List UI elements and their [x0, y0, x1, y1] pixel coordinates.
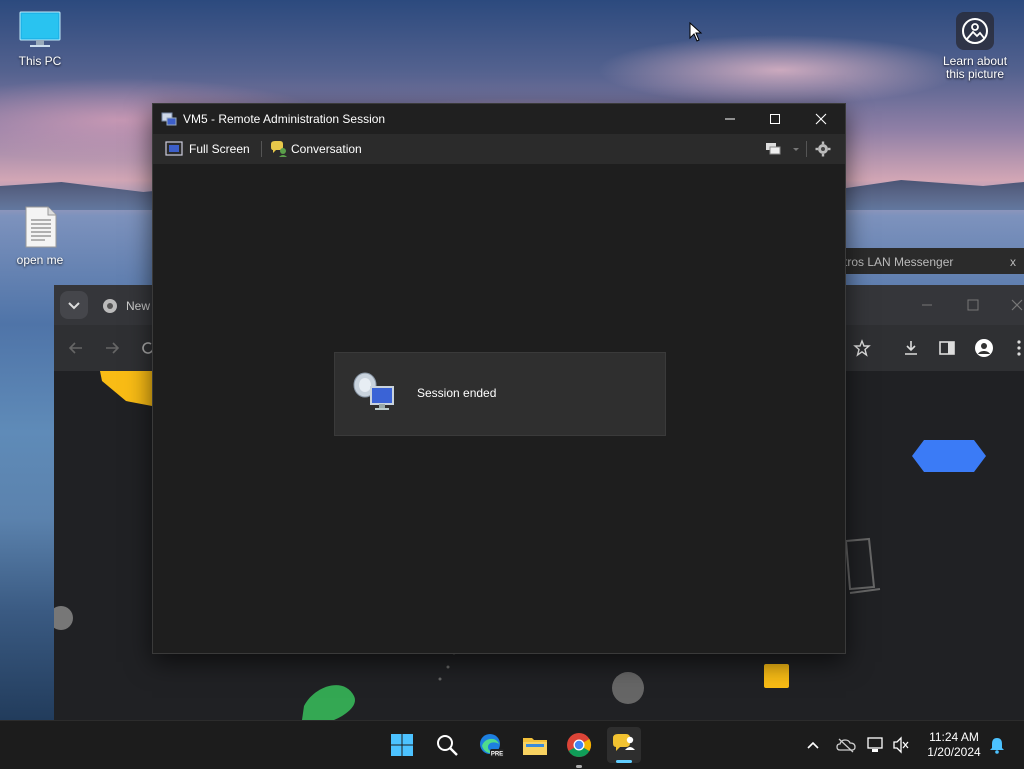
session-ended-message: Session ended: [417, 386, 497, 400]
text-file-icon: [25, 206, 57, 248]
chevron-down-icon: [793, 148, 799, 151]
tab-search-button[interactable]: [60, 291, 88, 319]
remote-admin-titlebar: VM5 - Remote Administration Session: [153, 104, 845, 134]
full-screen-label: Full Screen: [189, 142, 250, 156]
chevron-up-icon[interactable]: [806, 740, 820, 750]
onedrive-offline-icon[interactable]: [836, 737, 856, 753]
close-icon: [815, 113, 827, 125]
remote-admin-window[interactable]: VM5 - Remote Administration Session Full…: [152, 103, 846, 654]
close-icon[interactable]: [1010, 298, 1024, 312]
windows-icon: [766, 143, 781, 155]
minimize-icon[interactable]: [920, 298, 934, 312]
desktop-icon-open-me[interactable]: open me: [0, 205, 80, 267]
clock-date: 1/20/2024: [927, 745, 981, 759]
search-icon: [437, 735, 458, 756]
more-menu-icon[interactable]: [1016, 339, 1022, 357]
view-mode-dropdown[interactable]: [765, 139, 801, 159]
mouse-cursor-icon: [689, 22, 703, 42]
download-icon[interactable]: [902, 339, 920, 357]
open-me-label: open me: [16, 253, 64, 267]
chevron-down-icon: [68, 302, 80, 310]
side-panel-icon[interactable]: [938, 339, 956, 357]
edge-badge-text: PRE: [491, 752, 503, 758]
windows-logo-icon: [391, 734, 413, 756]
session-ended-panel: Session ended: [334, 352, 666, 436]
learn-about-picture[interactable]: Learn about this picture: [935, 12, 1015, 81]
full-screen-button[interactable]: Full Screen: [165, 139, 250, 159]
learn-label-line2: this picture: [945, 67, 1005, 81]
remote-computer-icon: [353, 372, 394, 410]
maximize-icon[interactable]: [966, 298, 980, 312]
notification-bell-icon[interactable]: [988, 736, 1006, 754]
edge-beta-button[interactable]: PRE: [475, 729, 507, 761]
monitor-icon: [19, 11, 61, 47]
chrome-logo-icon: [103, 299, 117, 313]
active-indicator: [616, 760, 632, 763]
conversation-button[interactable]: Conversation: [270, 139, 362, 159]
chrome-tab-label: New: [126, 299, 151, 313]
maximize-button[interactable]: [752, 104, 798, 134]
remote-admin-title: VM5 - Remote Administration Session: [183, 112, 386, 126]
volume-muted-icon[interactable]: [892, 736, 910, 754]
learn-icon-tile: [956, 12, 994, 50]
gear-icon: [815, 141, 831, 157]
chrome-icon: [567, 733, 592, 758]
this-pc-label: This PC: [18, 54, 62, 68]
close-button[interactable]: [798, 104, 844, 134]
folder-icon: [523, 738, 547, 755]
clock-time: 11:24 AM: [929, 730, 979, 744]
desktop-icon-this-pc[interactable]: This PC: [0, 10, 80, 68]
file-explorer-button[interactable]: [519, 729, 551, 761]
remote-admin-toolbar: Full Screen Conversation: [153, 134, 845, 164]
lan-messenger-taskbar-button[interactable]: [607, 727, 641, 763]
lan-messenger-title: tros LAN Messenger: [844, 255, 954, 269]
toolbar-divider: [261, 141, 262, 157]
settings-button[interactable]: [815, 139, 831, 159]
conversation-label: Conversation: [291, 142, 362, 156]
lan-messenger-close[interactable]: x: [1010, 255, 1016, 269]
messenger-chat-icon: [613, 734, 635, 751]
minimize-icon: [725, 118, 735, 120]
camera-lens-icon: [962, 18, 988, 44]
profile-avatar-icon[interactable]: [974, 338, 994, 358]
full-screen-icon: [165, 141, 183, 156]
conversation-icon: [271, 141, 287, 157]
search-button[interactable]: [431, 729, 463, 761]
bookmark-star-icon[interactable]: [853, 339, 871, 357]
forward-arrow-icon[interactable]: [103, 339, 121, 357]
minimize-button[interactable]: [707, 104, 753, 134]
toolbar-divider-2: [806, 141, 807, 157]
chrome-button[interactable]: [563, 729, 595, 768]
start-button[interactable]: [386, 729, 418, 761]
lan-messenger-window[interactable]: tros LAN Messenger x: [844, 248, 1024, 274]
edge-icon: PRE: [480, 734, 504, 758]
maximize-icon: [770, 114, 780, 124]
back-arrow-icon[interactable]: [67, 339, 85, 357]
clock[interactable]: 11:24 AM 1/20/2024: [918, 730, 990, 760]
remote-session-app-icon: [161, 112, 177, 126]
taskbar: PRE 11:24 AM 1/20/2024: [0, 720, 1024, 769]
network-icon[interactable]: [866, 736, 886, 754]
